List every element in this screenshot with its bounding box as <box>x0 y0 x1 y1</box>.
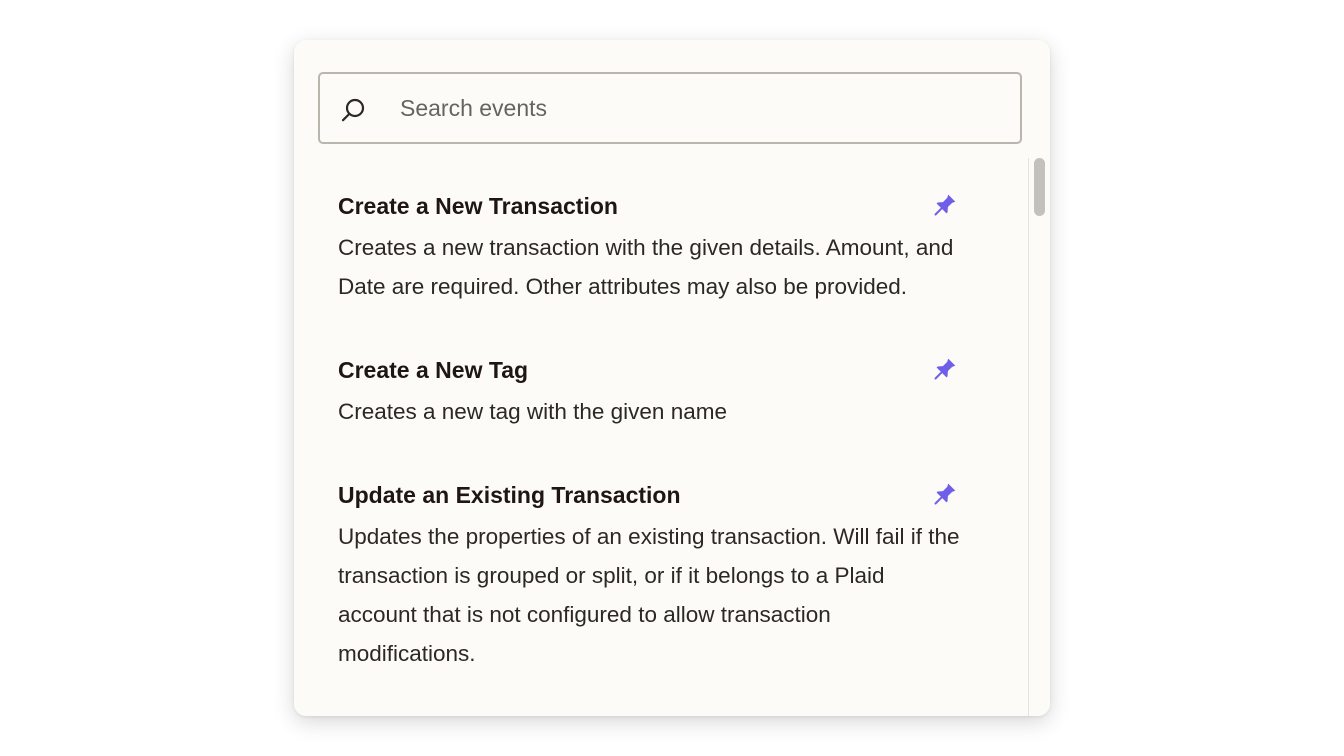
event-title: Create a New Tag <box>338 357 529 383</box>
event-item-create-tag[interactable]: Create a New Tag Creates a new tag with … <box>294 306 1028 431</box>
event-description: Creates a new transaction with the given… <box>338 235 954 299</box>
pin-icon[interactable] <box>930 192 958 220</box>
event-list: Create a New Transaction Creates a new t… <box>294 158 1028 716</box>
event-item-create-transaction[interactable]: Create a New Transaction Creates a new t… <box>294 158 1028 306</box>
event-item-update-transaction[interactable]: Update an Existing Transaction Updates t… <box>294 431 1028 673</box>
search-icon <box>341 98 365 122</box>
event-title: Update an Existing Transaction <box>338 482 681 508</box>
pin-icon[interactable] <box>930 481 958 509</box>
event-title: Create a New Transaction <box>338 193 618 219</box>
search-box[interactable] <box>318 72 1022 144</box>
search-input[interactable] <box>400 74 1000 142</box>
scrollbar-track[interactable] <box>1028 158 1050 716</box>
event-picker-panel: Create a New Transaction Creates a new t… <box>294 40 1050 716</box>
pin-icon[interactable] <box>930 356 958 384</box>
event-description: Updates the properties of an existing tr… <box>338 524 960 666</box>
scrollbar-thumb[interactable] <box>1034 158 1045 216</box>
event-description: Creates a new tag with the given name <box>338 399 727 424</box>
